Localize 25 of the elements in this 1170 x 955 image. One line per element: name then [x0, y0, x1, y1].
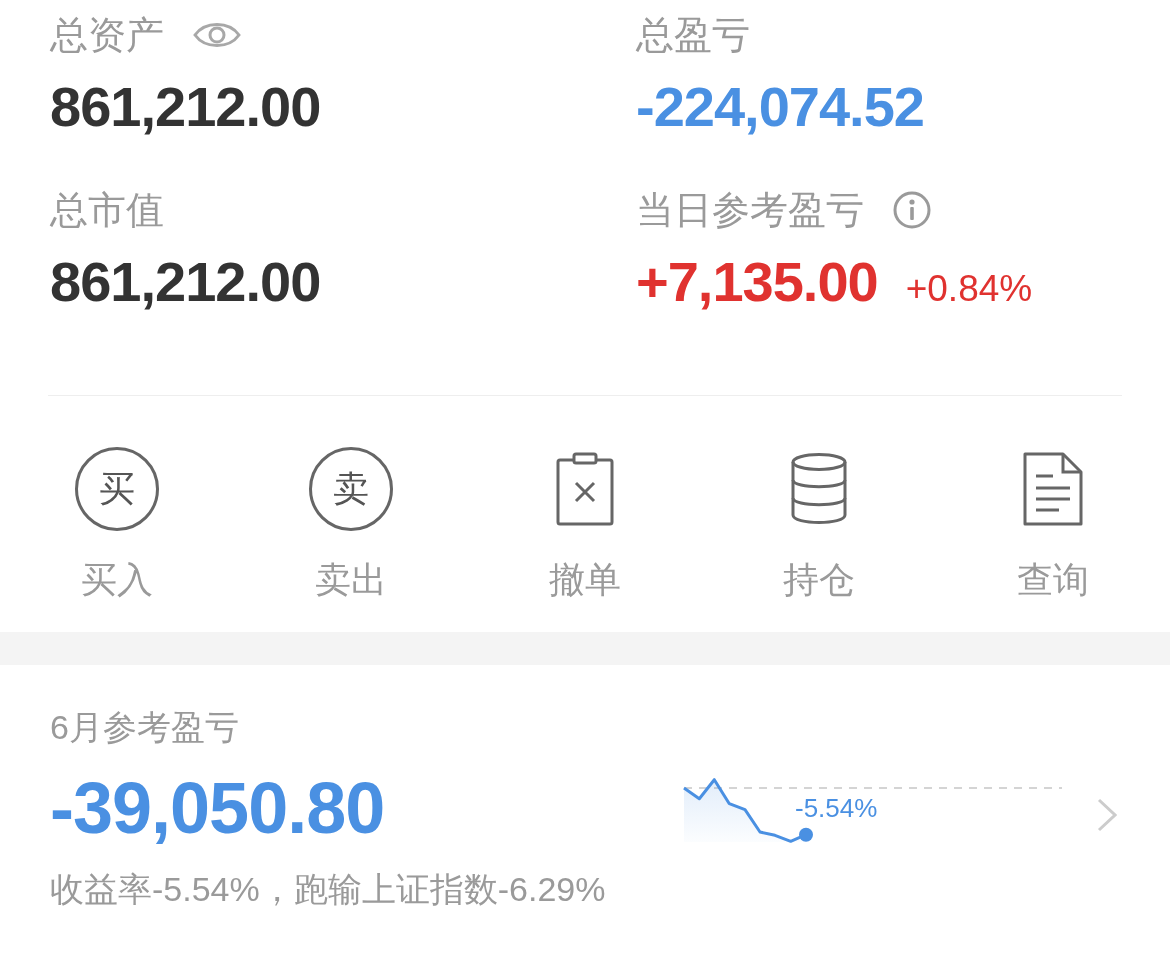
chevron-right-icon[interactable]: [1097, 798, 1117, 832]
stat-value: 861,212.00: [50, 250, 321, 314]
action-button[interactable]: 查询: [1017, 447, 1089, 602]
return-summary: 收益率-5.54%，跑输上证指数-6.29%: [50, 869, 606, 910]
database-icon: [790, 452, 848, 526]
action-button[interactable]: 撤单: [549, 447, 621, 602]
action-button[interactable]: 持仓: [783, 447, 855, 602]
action-button[interactable]: 买 买入: [75, 447, 159, 602]
stat-label: 总盈亏: [636, 13, 750, 58]
circled-char-icon: 卖: [309, 447, 393, 531]
document-icon: [1023, 452, 1083, 526]
pnl-value: -39,050.80: [50, 770, 385, 846]
stat-label: 当日参考盈亏: [636, 188, 864, 233]
stat-value: 861,212.00: [50, 75, 321, 139]
stat-label: 总市值: [50, 188, 164, 233]
action-button[interactable]: 卖 卖出: [309, 447, 393, 602]
stat-label: 总资产: [50, 13, 164, 58]
stat-value: -224,074.52: [636, 75, 924, 139]
chart-label: -5.54%: [795, 793, 878, 823]
circled-char-icon: 买: [75, 447, 159, 531]
section-title: 6月参考盈亏: [50, 707, 239, 748]
change-percent: +0.84%: [905, 267, 1033, 311]
clipboard-x-icon: [556, 452, 614, 526]
stat-value: +7,135.00: [636, 250, 878, 314]
info-icon[interactable]: [893, 191, 931, 229]
